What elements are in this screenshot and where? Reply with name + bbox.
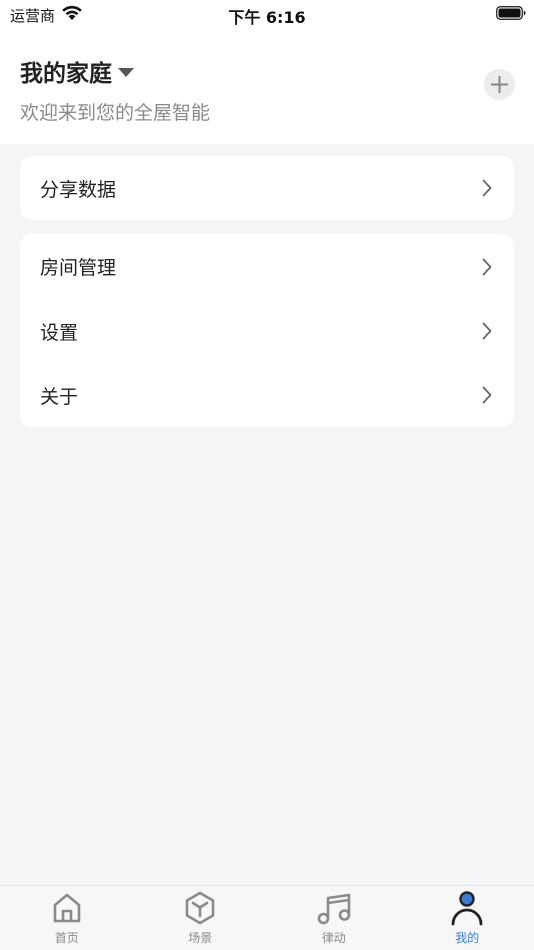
page: 运营商 下午 6:16 我的家庭 欢迎来到您的全屋智能 分享数据 房间管理 设置…	[0, 0, 534, 950]
home-icon	[53, 893, 81, 923]
profile-icon	[451, 891, 483, 926]
status-time: 下午 6:16	[228, 8, 306, 27]
music-note-icon	[317, 893, 351, 925]
menu-item-share-data[interactable]: 分享数据	[20, 156, 514, 220]
battery-icon	[496, 6, 526, 20]
tab-label: 首页	[54, 931, 79, 945]
home-subtitle: 欢迎来到您的全屋智能	[20, 102, 211, 124]
menu-item-room-management[interactable]: 房间管理	[20, 234, 514, 299]
menu-item-label: 设置	[40, 321, 79, 344]
chevron-right-icon	[482, 322, 492, 340]
header: 我的家庭 欢迎来到您的全屋智能	[0, 30, 534, 144]
tab-home[interactable]: 首页	[0, 886, 134, 950]
menu-item-about[interactable]: 关于	[20, 363, 514, 427]
chevron-right-icon	[482, 258, 492, 275]
caret-down-icon	[118, 67, 134, 77]
menu-item-settings[interactable]: 设置	[20, 299, 514, 363]
tab-label: 律动	[321, 931, 346, 945]
tab-bar: 首页 场景 律动 我的	[0, 885, 534, 950]
tab-scenes[interactable]: 场景	[134, 886, 268, 950]
home-name: 我的家庭	[20, 61, 112, 87]
home-selector[interactable]: 我的家庭	[20, 56, 134, 87]
menu-group-share: 分享数据	[20, 156, 514, 220]
chevron-right-icon	[482, 386, 492, 404]
add-button[interactable]	[484, 69, 515, 100]
menu-item-label: 房间管理	[40, 257, 117, 279]
tab-rhythm[interactable]: 律动	[267, 886, 401, 950]
menu-group-settings: 房间管理 设置 关于	[20, 234, 514, 427]
menu-item-label: 分享数据	[40, 178, 117, 201]
tab-label: 场景	[188, 931, 213, 945]
plus-icon	[491, 76, 508, 93]
status-bar: 运营商 下午 6:16	[0, 0, 534, 30]
tab-label: 我的	[455, 931, 480, 945]
tab-profile[interactable]: 我的	[401, 886, 534, 950]
chevron-right-icon	[482, 179, 492, 197]
menu-item-label: 关于	[40, 385, 79, 408]
cube-icon	[185, 891, 215, 925]
